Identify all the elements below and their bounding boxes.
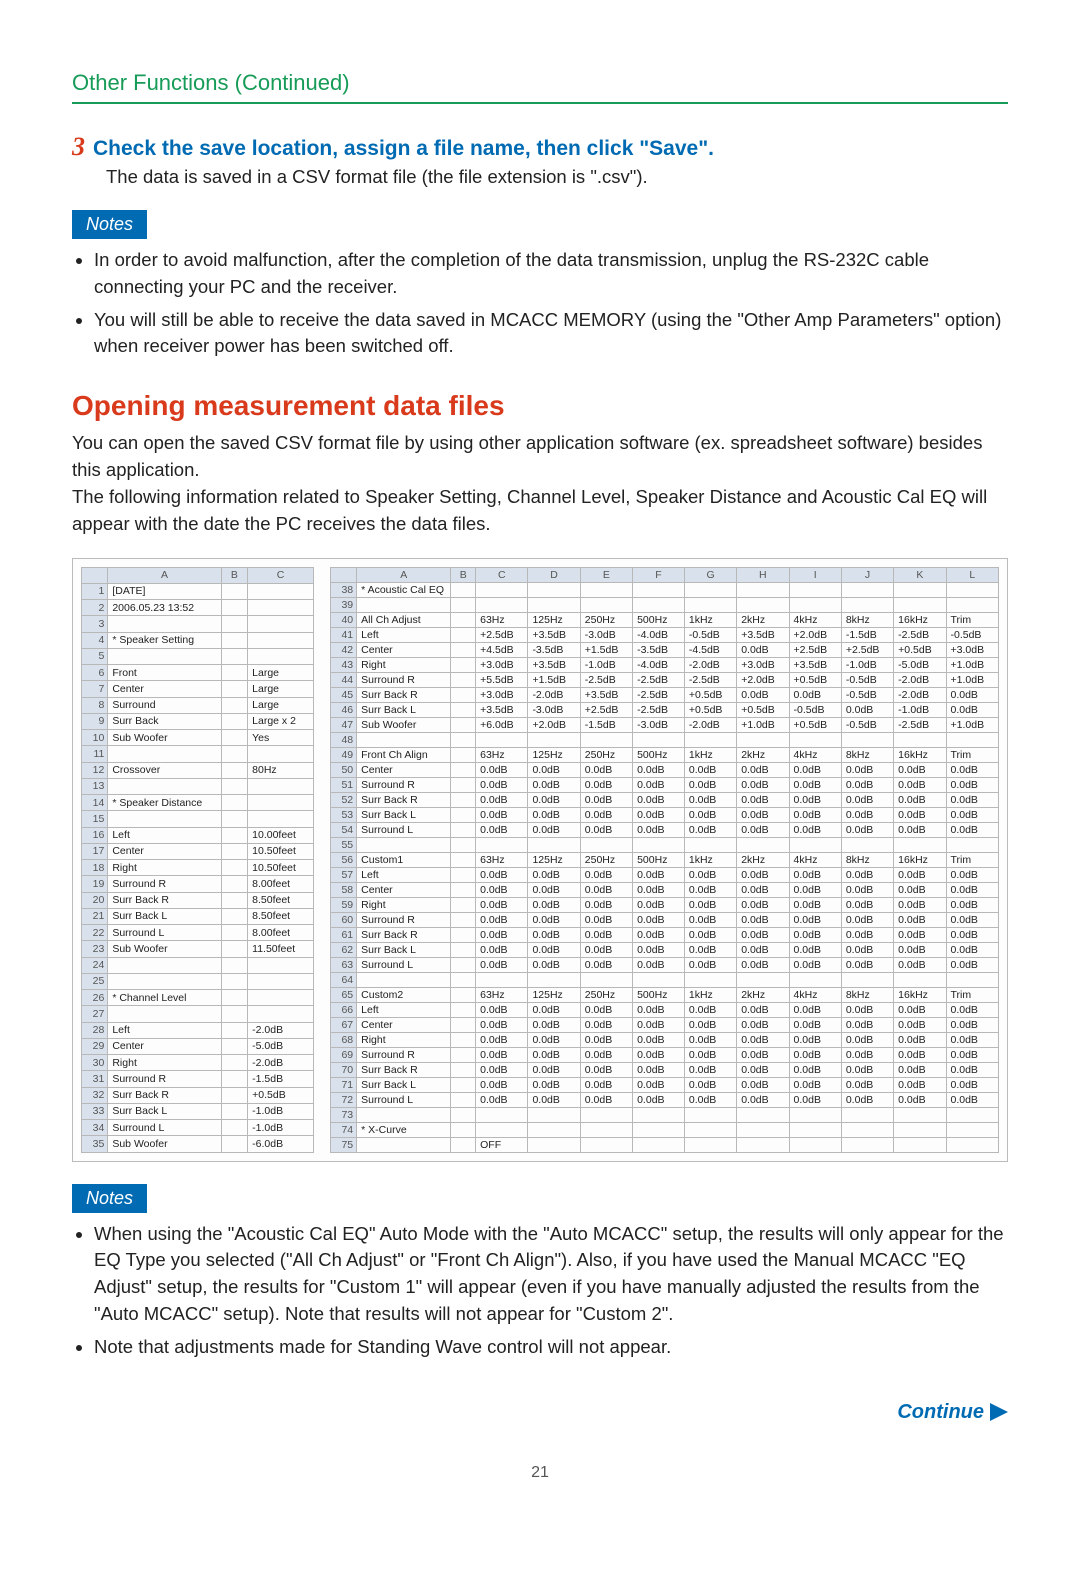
continue-link[interactable]: Continue — [72, 1401, 1008, 1424]
intro-text: The following information related to Spe… — [72, 484, 1008, 538]
notes-list-1: In order to avoid malfunction, after the… — [72, 247, 1008, 360]
note-item: When using the "Acoustic Cal EQ" Auto Mo… — [94, 1221, 1008, 1328]
left-spreadsheet: ABC1[DATE]22006.05.23 13:5234* Speaker S… — [81, 567, 314, 1153]
note-item: Note that adjustments made for Standing … — [94, 1334, 1008, 1361]
step-title: Check the save location, assign a file n… — [93, 137, 714, 161]
spreadsheet-screenshot: ABC1[DATE]22006.05.23 13:5234* Speaker S… — [72, 558, 1008, 1162]
note-item: In order to avoid malfunction, after the… — [94, 247, 1008, 301]
notes-badge: Notes — [72, 210, 147, 239]
section-header: Other Functions (Continued) — [72, 70, 1008, 104]
arrow-right-icon — [990, 1403, 1008, 1421]
page-number: 21 — [72, 1464, 1008, 1482]
right-spreadsheet: ABCDEFGHIJKL38* Acoustic Cal EQ3940All C… — [330, 567, 999, 1153]
step-subtitle: The data is saved in a CSV format file (… — [106, 166, 1008, 188]
step-number: 3 — [72, 132, 85, 162]
intro-text: You can open the saved CSV format file b… — [72, 430, 1008, 484]
main-heading: Opening measurement data files — [72, 390, 1008, 422]
notes-list-2: When using the "Acoustic Cal EQ" Auto Mo… — [72, 1221, 1008, 1361]
note-item: You will still be able to receive the da… — [94, 307, 1008, 361]
continue-label: Continue — [897, 1401, 984, 1424]
notes-badge: Notes — [72, 1184, 147, 1213]
